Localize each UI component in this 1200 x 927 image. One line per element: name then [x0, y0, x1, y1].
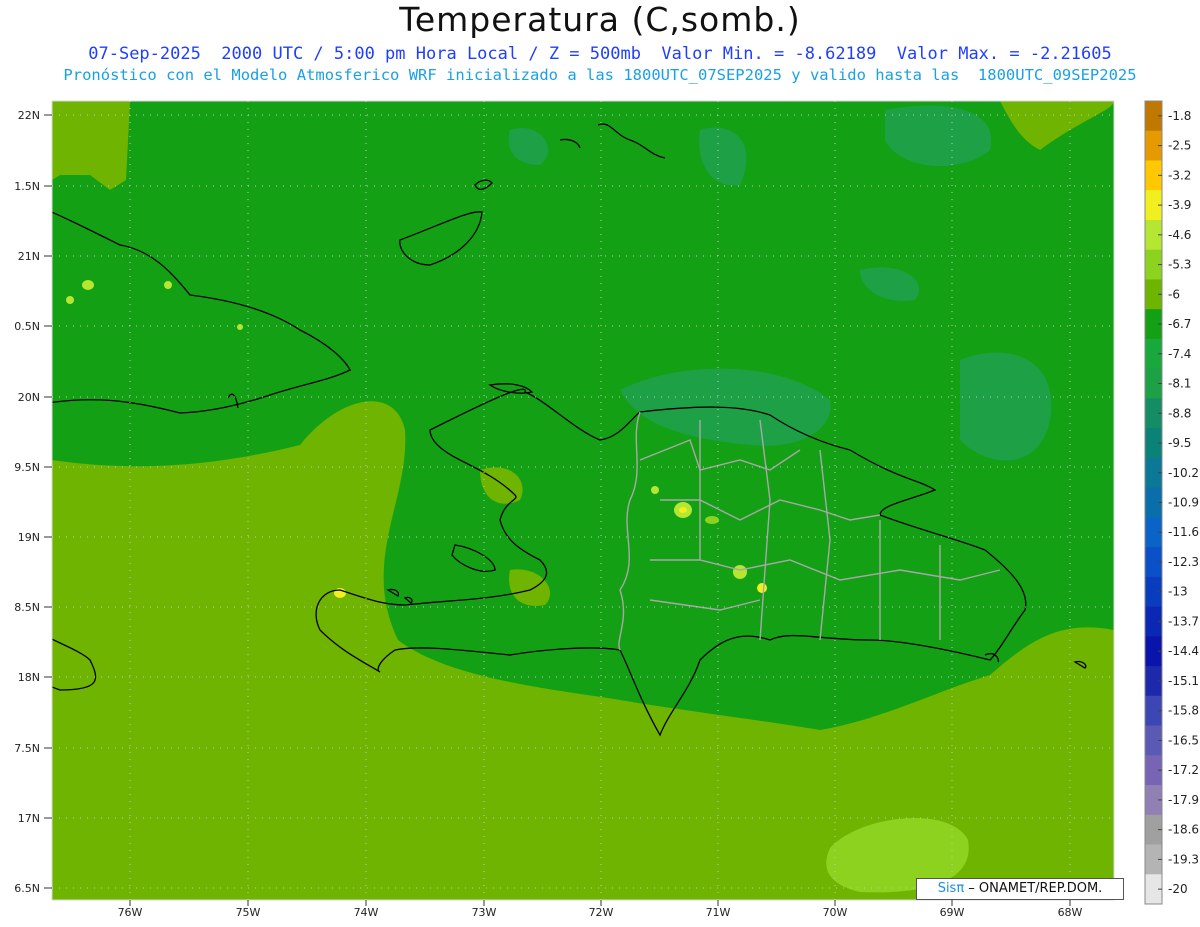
- colorbar-label: -8.1: [1168, 377, 1191, 391]
- lat-tick-label: 9.5N: [14, 461, 40, 474]
- colorbar-label: -11.6: [1168, 525, 1199, 539]
- colorbar-label: -2.5: [1168, 139, 1191, 153]
- colorbar-label: -13: [1168, 585, 1188, 599]
- colorbar-label: -10.2: [1168, 466, 1199, 480]
- latitude-axis: 22N 1.5N 21N 0.5N 20N 9.5N 19N 8.5N 18N …: [14, 109, 52, 895]
- temperature-map: 22N 1.5N 21N 0.5N 20N 9.5N 19N 8.5N 18N …: [14, 100, 1199, 919]
- colorbar-label: -12.3: [1168, 555, 1199, 569]
- colorbar-label: -17.9: [1168, 793, 1199, 807]
- colorbar-label: -16.5: [1168, 733, 1199, 747]
- lat-tick-label: 7.5N: [14, 742, 40, 755]
- lon-tick-label: 70W: [823, 906, 848, 919]
- colorbar-label: -1.8: [1168, 109, 1191, 123]
- credit-box: Sisπ – ONAMET/REP.DOM.: [916, 878, 1124, 900]
- colorbar-label: -18.6: [1168, 823, 1199, 837]
- colorbar-label: -13.7: [1168, 614, 1199, 628]
- colorbar-label: -15.8: [1168, 704, 1199, 718]
- lon-tick-label: 76W: [118, 906, 143, 919]
- colorbar-label: -3.2: [1168, 168, 1191, 182]
- lon-tick-label: 72W: [589, 906, 614, 919]
- sispi-logo: Sisπ: [937, 881, 965, 896]
- lat-tick-label: 18N: [18, 671, 40, 684]
- colorbar-label: -19.3: [1168, 852, 1199, 866]
- colorbar-label: -9.5: [1168, 436, 1191, 450]
- map-plot-area: [52, 101, 1114, 900]
- colorbar-label: -4.6: [1168, 228, 1191, 242]
- colorbar-label: -5.3: [1168, 258, 1191, 272]
- colorbar-label: -3.9: [1168, 198, 1191, 212]
- colorbar-label: -6.7: [1168, 317, 1191, 331]
- lon-tick-label: 71W: [706, 906, 731, 919]
- colorbar-label: -15.1: [1168, 674, 1199, 688]
- lat-tick-label: 19N: [18, 531, 40, 544]
- lat-tick-label: 8.5N: [14, 601, 40, 614]
- lon-tick-label: 68W: [1058, 906, 1083, 919]
- lat-tick-label: 22N: [18, 109, 40, 122]
- lat-tick-label: 6.5N: [14, 882, 40, 895]
- colorbar-label: -17.2: [1168, 763, 1199, 777]
- lon-tick-label: 69W: [940, 906, 965, 919]
- lon-tick-label: 75W: [236, 906, 261, 919]
- colorbar-label: -7.4: [1168, 347, 1191, 361]
- lat-tick-label: 1.5N: [14, 180, 40, 193]
- colorbar-label: -6: [1168, 287, 1180, 301]
- colorbar-label: -14.4: [1168, 644, 1199, 658]
- colorbar: -1.8 -2.5 -3.2 -3.9 -4.6 -5.3 -6 -6.7 -7.4 -8.1 -8…: [1144, 100, 1199, 905]
- lat-tick-label: 17N: [18, 812, 40, 825]
- lon-tick-label: 73W: [472, 906, 497, 919]
- longitude-axis: 76W 75W 74W 73W 72W 71W 70W 69W 68W: [118, 900, 1083, 919]
- lat-tick-label: 0.5N: [14, 320, 40, 333]
- colorbar-label: -20: [1168, 882, 1188, 896]
- lat-tick-label: 20N: [18, 391, 40, 404]
- colorbar-label: -8.8: [1168, 406, 1191, 420]
- lat-tick-label: 21N: [18, 250, 40, 263]
- credit-text: – ONAMET/REP.DOM.: [964, 881, 1103, 896]
- lon-tick-label: 74W: [354, 906, 379, 919]
- colorbar-label: -10.9: [1168, 496, 1199, 510]
